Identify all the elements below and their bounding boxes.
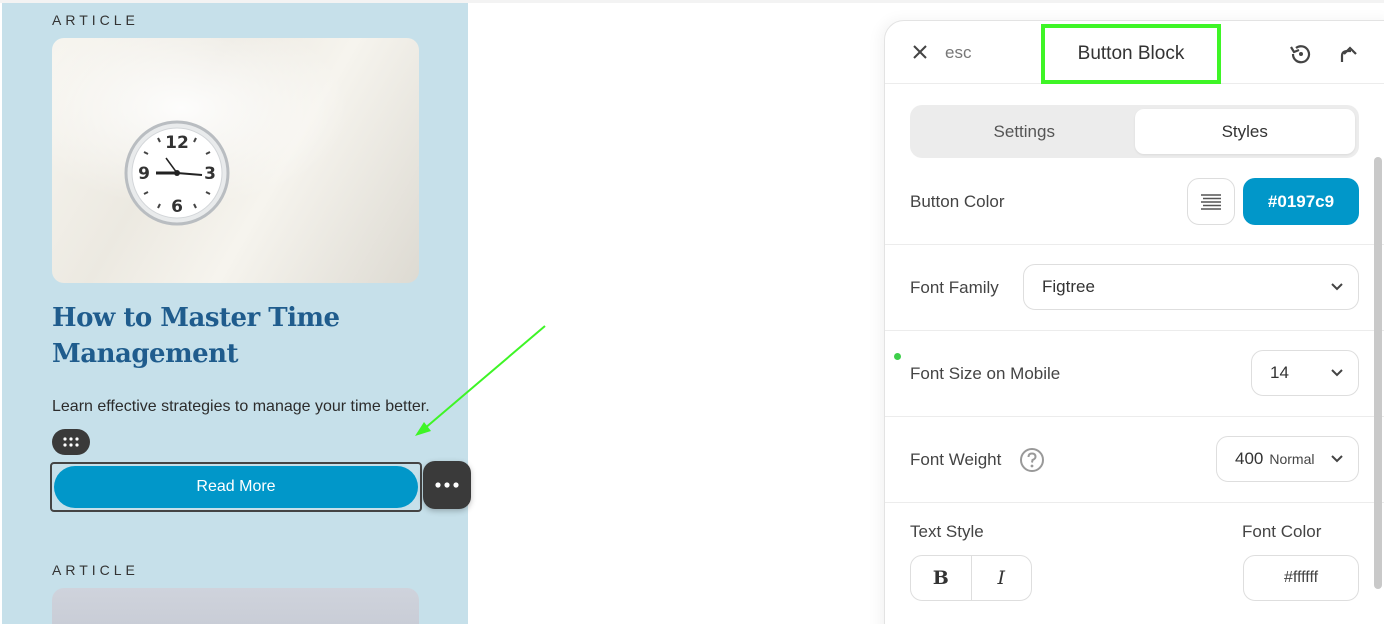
history-icon[interactable] <box>1288 42 1314 66</box>
svg-text:6: 6 <box>171 197 183 217</box>
text-style-group: B I <box>910 555 1032 601</box>
font-size-mobile-select[interactable]: 14 <box>1251 350 1359 396</box>
button-color-value[interactable]: #0197c9 <box>1243 178 1359 225</box>
svg-text:3: 3 <box>204 164 216 184</box>
close-icon[interactable] <box>911 43 929 61</box>
button-color-label: Button Color <box>910 192 1005 211</box>
block-settings-panel: esc Button Block Settings Styles Button … <box>884 20 1384 624</box>
svg-text:9: 9 <box>138 164 150 184</box>
font-family-label: Font Family <box>910 278 999 297</box>
panel-tabs: Settings Styles <box>910 105 1359 158</box>
font-weight-select[interactable]: 400 Normal <box>1216 436 1359 482</box>
selected-button-block[interactable]: Read More <box>50 462 422 512</box>
font-weight-label: Font Weight <box>910 450 1002 469</box>
font-family-select[interactable]: Figtree <box>1023 264 1359 310</box>
editor-screen: ARTICLE 12 3 6 9 How to Master Time Mana… <box>0 0 1384 624</box>
font-color-input[interactable]: #ffffff <box>1243 555 1359 601</box>
card-image-2[interactable] <box>52 588 419 624</box>
card-image-clock[interactable]: 12 3 6 9 <box>52 38 419 283</box>
font-family-value: Figtree <box>1042 277 1095 296</box>
italic-button[interactable]: I <box>970 556 1032 600</box>
bold-button[interactable]: B <box>911 556 971 600</box>
status-dot <box>894 353 901 360</box>
card-eyebrow: ARTICLE <box>52 12 139 28</box>
font-size-mobile-label: Font Size on Mobile <box>910 364 1061 383</box>
preview-column: ARTICLE 12 3 6 9 How to Master Time Mana… <box>2 3 468 624</box>
chevron-down-icon <box>1331 455 1343 463</box>
share-icon[interactable] <box>1337 41 1359 65</box>
svg-text:12: 12 <box>165 133 189 153</box>
panel-header: esc Button Block <box>885 21 1384 84</box>
tab-styles[interactable]: Styles <box>1134 109 1355 154</box>
card-eyebrow-2: ARTICLE <box>52 562 139 578</box>
panel-scrollbar[interactable] <box>1374 157 1382 589</box>
esc-label: esc <box>945 43 972 62</box>
drag-handle-icon[interactable] <box>52 429 90 455</box>
gradient-swatch-icon <box>1201 193 1221 210</box>
font-size-mobile-value: 14 <box>1270 363 1289 382</box>
read-more-button[interactable]: Read More <box>54 466 418 508</box>
tab-settings[interactable]: Settings <box>914 109 1135 154</box>
font-weight-suffix: Normal <box>1269 451 1315 467</box>
more-icon[interactable] <box>423 461 471 509</box>
chevron-down-icon <box>1331 369 1343 377</box>
panel-title: Button Block <box>1041 24 1221 84</box>
font-weight-value: 400 <box>1235 449 1264 468</box>
help-icon[interactable] <box>1019 447 1045 473</box>
font-color-label: Font Color <box>1242 522 1322 541</box>
chevron-down-icon <box>1331 283 1343 291</box>
text-style-label: Text Style <box>910 522 984 541</box>
clock-image: 12 3 6 9 <box>124 120 230 226</box>
gradient-swatch-button[interactable] <box>1187 178 1235 225</box>
card-title: How to Master Time Management <box>52 303 340 369</box>
card-description: Learn effective strategies to manage you… <box>52 398 430 415</box>
